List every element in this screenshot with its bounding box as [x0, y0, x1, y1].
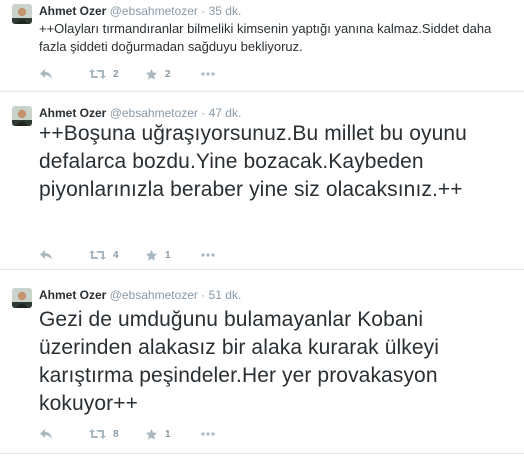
author-name[interactable]: Ahmet Ozer: [39, 106, 106, 120]
tweet-timestamp[interactable]: 47 dk.: [209, 106, 242, 120]
retweet-count: 8: [113, 428, 119, 440]
retweet-icon: [89, 69, 106, 79]
favorite-count: 1: [165, 428, 171, 440]
favorite-button[interactable]: 1: [145, 249, 201, 262]
more-options-button[interactable]: [201, 72, 221, 76]
more-dots-icon: [201, 432, 215, 436]
reply-arrow-icon: [40, 250, 52, 260]
tweet-header: Ahmet Ozer @ebsahmetozer · 51 dk.: [39, 288, 241, 302]
retweet-icon: [89, 429, 106, 439]
tweet[interactable]: Ahmet Ozer @ebsahmetozer · 35 dk. ++Olay…: [0, 0, 524, 92]
retweet-count: 4: [113, 249, 119, 261]
tweet-text: Gezi de umduğunu bulamayanlar Kobani üze…: [39, 308, 439, 415]
star-icon: [145, 68, 158, 80]
favorite-count: 2: [165, 68, 171, 80]
reply-button[interactable]: [39, 428, 89, 440]
more-options-button[interactable]: [201, 432, 221, 436]
tweet-actions: 2 2: [39, 66, 221, 82]
avatar[interactable]: [12, 288, 32, 308]
more-dots-icon: [201, 72, 215, 76]
tweet-header: Ahmet Ozer @ebsahmetozer · 47 dk.: [39, 106, 241, 120]
author-handle[interactable]: @ebsahmetozer: [110, 106, 198, 120]
tweet-text: ++Boşuna uğraşıyorsunuz.Bu millet bu oyu…: [39, 122, 467, 201]
favorite-button[interactable]: 2: [145, 68, 201, 81]
reply-arrow-icon: [40, 429, 52, 439]
star-icon: [145, 249, 158, 261]
reply-arrow-icon: [40, 69, 52, 79]
author-handle[interactable]: @ebsahmetozer: [110, 288, 198, 302]
tweet-text: ++Olayları tırmandıranlar bilmeliki kims…: [39, 21, 492, 54]
reply-button[interactable]: [39, 68, 89, 80]
tweet[interactable]: Ahmet Ozer @ebsahmetozer · 51 dk. Gezi d…: [0, 284, 524, 454]
reply-button[interactable]: [39, 249, 89, 261]
tweet[interactable]: Ahmet Ozer @ebsahmetozer · 47 dk. ++Boşu…: [0, 102, 524, 270]
tweet-actions: 4 1: [39, 247, 221, 263]
retweet-icon: [89, 250, 106, 260]
retweet-button[interactable]: 4: [89, 249, 145, 261]
separator-dot: ·: [201, 106, 206, 120]
star-icon: [145, 428, 158, 440]
tweet-timestamp[interactable]: 35 dk.: [209, 4, 242, 18]
retweet-button[interactable]: 2: [89, 68, 145, 80]
separator-dot: ·: [201, 288, 206, 302]
author-name[interactable]: Ahmet Ozer: [39, 288, 106, 302]
author-name[interactable]: Ahmet Ozer: [39, 4, 106, 18]
more-options-button[interactable]: [201, 253, 221, 257]
retweet-count: 2: [113, 68, 119, 80]
tweet-actions: 8 1: [39, 426, 221, 442]
favorite-button[interactable]: 1: [145, 428, 201, 441]
favorite-count: 1: [165, 249, 171, 261]
separator-dot: ·: [201, 4, 206, 18]
avatar[interactable]: [12, 106, 32, 126]
tweet-header: Ahmet Ozer @ebsahmetozer · 35 dk.: [39, 4, 241, 18]
retweet-button[interactable]: 8: [89, 428, 145, 440]
author-handle[interactable]: @ebsahmetozer: [110, 4, 198, 18]
tweet-timestamp[interactable]: 51 dk.: [209, 288, 242, 302]
more-dots-icon: [201, 253, 215, 257]
avatar[interactable]: [12, 4, 32, 24]
